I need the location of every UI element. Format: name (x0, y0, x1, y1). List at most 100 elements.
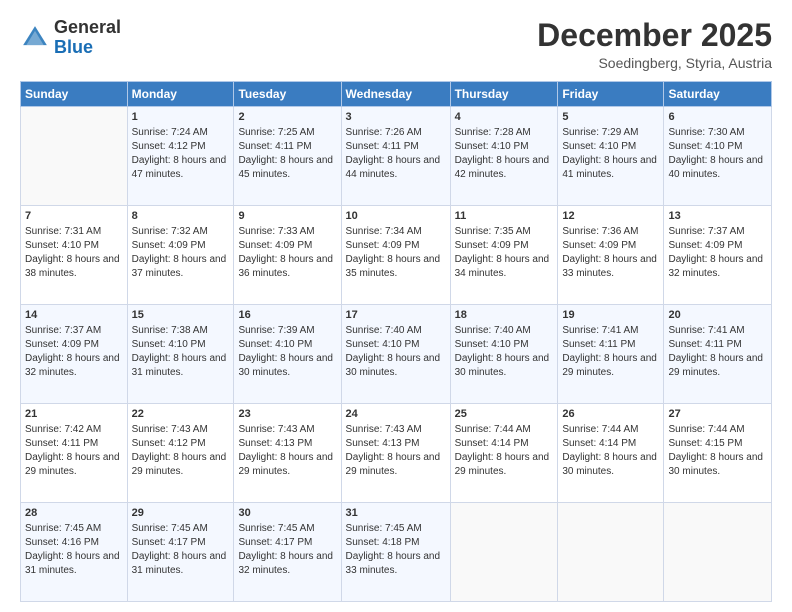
day-number: 24 (346, 407, 446, 422)
day-cell: 21Sunrise: 7:42 AMSunset: 4:11 PMDayligh… (21, 404, 128, 503)
day-info: Sunrise: 7:32 AMSunset: 4:09 PMDaylight:… (132, 225, 230, 281)
weekday-header-sunday: Sunday (21, 82, 128, 107)
day-info: Sunrise: 7:34 AMSunset: 4:09 PMDaylight:… (346, 225, 446, 281)
day-info: Sunrise: 7:37 AMSunset: 4:09 PMDaylight:… (25, 324, 123, 380)
day-cell (21, 107, 128, 206)
day-cell: 3Sunrise: 7:26 AMSunset: 4:11 PMDaylight… (341, 107, 450, 206)
day-cell: 29Sunrise: 7:45 AMSunset: 4:17 PMDayligh… (127, 503, 234, 602)
day-cell: 27Sunrise: 7:44 AMSunset: 4:15 PMDayligh… (664, 404, 772, 503)
day-number: 3 (346, 110, 446, 125)
day-number: 18 (455, 308, 554, 323)
page: General Blue December 2025 Soedingberg, … (0, 0, 792, 612)
weekday-header-row: SundayMondayTuesdayWednesdayThursdayFrid… (21, 82, 772, 107)
day-cell: 14Sunrise: 7:37 AMSunset: 4:09 PMDayligh… (21, 305, 128, 404)
day-cell: 30Sunrise: 7:45 AMSunset: 4:17 PMDayligh… (234, 503, 341, 602)
day-cell: 12Sunrise: 7:36 AMSunset: 4:09 PMDayligh… (558, 206, 664, 305)
weekday-header-thursday: Thursday (450, 82, 558, 107)
day-number: 4 (455, 110, 554, 125)
day-cell: 17Sunrise: 7:40 AMSunset: 4:10 PMDayligh… (341, 305, 450, 404)
week-row-3: 14Sunrise: 7:37 AMSunset: 4:09 PMDayligh… (21, 305, 772, 404)
day-number: 15 (132, 308, 230, 323)
day-cell: 4Sunrise: 7:28 AMSunset: 4:10 PMDaylight… (450, 107, 558, 206)
day-number: 26 (562, 407, 659, 422)
header: General Blue December 2025 Soedingberg, … (20, 18, 772, 71)
logo-general: General (54, 17, 121, 37)
day-info: Sunrise: 7:31 AMSunset: 4:10 PMDaylight:… (25, 225, 123, 281)
title-block: December 2025 Soedingberg, Styria, Austr… (537, 18, 772, 71)
day-info: Sunrise: 7:41 AMSunset: 4:11 PMDaylight:… (562, 324, 659, 380)
day-number: 11 (455, 209, 554, 224)
weekday-header-friday: Friday (558, 82, 664, 107)
day-number: 17 (346, 308, 446, 323)
week-row-5: 28Sunrise: 7:45 AMSunset: 4:16 PMDayligh… (21, 503, 772, 602)
day-number: 22 (132, 407, 230, 422)
day-cell: 9Sunrise: 7:33 AMSunset: 4:09 PMDaylight… (234, 206, 341, 305)
day-number: 27 (668, 407, 767, 422)
day-info: Sunrise: 7:25 AMSunset: 4:11 PMDaylight:… (238, 126, 336, 182)
weekday-header-saturday: Saturday (664, 82, 772, 107)
day-info: Sunrise: 7:35 AMSunset: 4:09 PMDaylight:… (455, 225, 554, 281)
day-number: 20 (668, 308, 767, 323)
weekday-header-wednesday: Wednesday (341, 82, 450, 107)
day-number: 1 (132, 110, 230, 125)
day-number: 12 (562, 209, 659, 224)
day-info: Sunrise: 7:44 AMSunset: 4:15 PMDaylight:… (668, 423, 767, 479)
day-cell: 26Sunrise: 7:44 AMSunset: 4:14 PMDayligh… (558, 404, 664, 503)
week-row-1: 1Sunrise: 7:24 AMSunset: 4:12 PMDaylight… (21, 107, 772, 206)
day-cell (558, 503, 664, 602)
day-info: Sunrise: 7:44 AMSunset: 4:14 PMDaylight:… (562, 423, 659, 479)
day-info: Sunrise: 7:45 AMSunset: 4:16 PMDaylight:… (25, 522, 123, 578)
weekday-header-tuesday: Tuesday (234, 82, 341, 107)
logo-icon (20, 23, 50, 53)
day-cell: 16Sunrise: 7:39 AMSunset: 4:10 PMDayligh… (234, 305, 341, 404)
day-info: Sunrise: 7:40 AMSunset: 4:10 PMDaylight:… (346, 324, 446, 380)
day-cell: 6Sunrise: 7:30 AMSunset: 4:10 PMDaylight… (664, 107, 772, 206)
day-number: 30 (238, 506, 336, 521)
day-number: 14 (25, 308, 123, 323)
day-cell: 18Sunrise: 7:40 AMSunset: 4:10 PMDayligh… (450, 305, 558, 404)
day-number: 5 (562, 110, 659, 125)
day-cell: 20Sunrise: 7:41 AMSunset: 4:11 PMDayligh… (664, 305, 772, 404)
day-number: 31 (346, 506, 446, 521)
month-title: December 2025 (537, 18, 772, 53)
day-info: Sunrise: 7:29 AMSunset: 4:10 PMDaylight:… (562, 126, 659, 182)
day-info: Sunrise: 7:42 AMSunset: 4:11 PMDaylight:… (25, 423, 123, 479)
calendar-table: SundayMondayTuesdayWednesdayThursdayFrid… (20, 81, 772, 602)
day-info: Sunrise: 7:30 AMSunset: 4:10 PMDaylight:… (668, 126, 767, 182)
day-cell: 28Sunrise: 7:45 AMSunset: 4:16 PMDayligh… (21, 503, 128, 602)
day-number: 19 (562, 308, 659, 323)
day-cell: 25Sunrise: 7:44 AMSunset: 4:14 PMDayligh… (450, 404, 558, 503)
day-number: 10 (346, 209, 446, 224)
day-cell: 5Sunrise: 7:29 AMSunset: 4:10 PMDaylight… (558, 107, 664, 206)
day-number: 9 (238, 209, 336, 224)
day-info: Sunrise: 7:39 AMSunset: 4:10 PMDaylight:… (238, 324, 336, 380)
week-row-4: 21Sunrise: 7:42 AMSunset: 4:11 PMDayligh… (21, 404, 772, 503)
day-info: Sunrise: 7:41 AMSunset: 4:11 PMDaylight:… (668, 324, 767, 380)
day-cell: 10Sunrise: 7:34 AMSunset: 4:09 PMDayligh… (341, 206, 450, 305)
day-number: 7 (25, 209, 123, 224)
day-cell: 31Sunrise: 7:45 AMSunset: 4:18 PMDayligh… (341, 503, 450, 602)
day-info: Sunrise: 7:37 AMSunset: 4:09 PMDaylight:… (668, 225, 767, 281)
day-cell: 24Sunrise: 7:43 AMSunset: 4:13 PMDayligh… (341, 404, 450, 503)
day-number: 28 (25, 506, 123, 521)
day-cell: 13Sunrise: 7:37 AMSunset: 4:09 PMDayligh… (664, 206, 772, 305)
day-info: Sunrise: 7:26 AMSunset: 4:11 PMDaylight:… (346, 126, 446, 182)
day-info: Sunrise: 7:45 AMSunset: 4:17 PMDaylight:… (238, 522, 336, 578)
day-number: 25 (455, 407, 554, 422)
day-info: Sunrise: 7:33 AMSunset: 4:09 PMDaylight:… (238, 225, 336, 281)
day-cell: 8Sunrise: 7:32 AMSunset: 4:09 PMDaylight… (127, 206, 234, 305)
day-info: Sunrise: 7:45 AMSunset: 4:17 PMDaylight:… (132, 522, 230, 578)
location: Soedingberg, Styria, Austria (537, 55, 772, 71)
day-number: 2 (238, 110, 336, 125)
weekday-header-monday: Monday (127, 82, 234, 107)
day-cell: 7Sunrise: 7:31 AMSunset: 4:10 PMDaylight… (21, 206, 128, 305)
day-number: 8 (132, 209, 230, 224)
day-number: 23 (238, 407, 336, 422)
day-cell: 22Sunrise: 7:43 AMSunset: 4:12 PMDayligh… (127, 404, 234, 503)
week-row-2: 7Sunrise: 7:31 AMSunset: 4:10 PMDaylight… (21, 206, 772, 305)
day-cell: 19Sunrise: 7:41 AMSunset: 4:11 PMDayligh… (558, 305, 664, 404)
day-number: 6 (668, 110, 767, 125)
logo-text: General Blue (54, 18, 121, 58)
day-info: Sunrise: 7:45 AMSunset: 4:18 PMDaylight:… (346, 522, 446, 578)
day-info: Sunrise: 7:40 AMSunset: 4:10 PMDaylight:… (455, 324, 554, 380)
